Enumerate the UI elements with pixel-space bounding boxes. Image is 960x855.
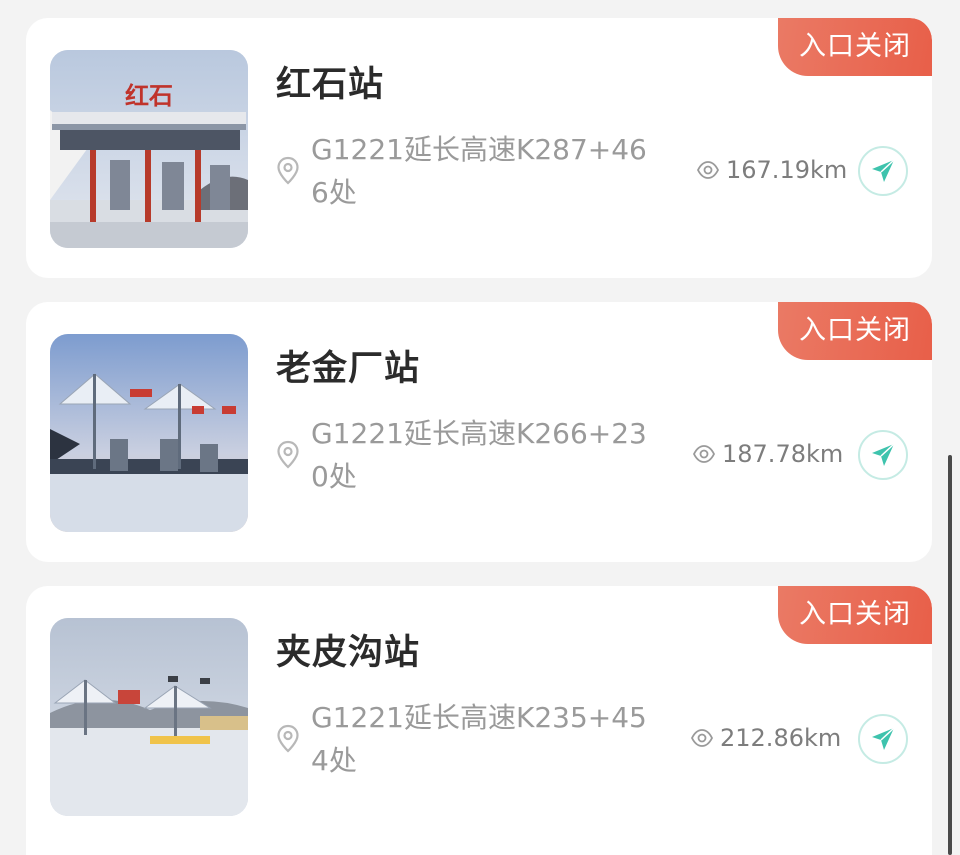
distance-value: 212.86km [720, 724, 842, 752]
distance-value: 167.19km [726, 156, 848, 184]
status-badge: 入口关闭 [778, 586, 932, 644]
navigate-arrow-icon [872, 159, 895, 182]
navigate-arrow-icon [872, 443, 895, 466]
navigate-button[interactable] [858, 146, 908, 196]
eye-distance-icon [696, 161, 720, 179]
station-card[interactable]: 红石 入口关闭 红石站 G1221延长高速K287+466处 167.19km [26, 18, 932, 278]
station-address: G1221延长高速K235+454处 [311, 701, 647, 777]
location-pin-icon [277, 156, 299, 185]
station-photo [50, 618, 248, 816]
navigate-button[interactable] [858, 714, 908, 764]
eye-distance-icon [692, 445, 716, 463]
scrollbar[interactable] [948, 455, 952, 855]
distance: 167.19km [696, 154, 847, 186]
station-photo: 红石 [50, 50, 248, 248]
location-pin-icon [277, 724, 299, 753]
distance-value: 187.78km [722, 440, 844, 468]
station-address: G1221延长高速K266+230处 [311, 417, 647, 493]
station-card[interactable]: 入口关闭 老金厂站 G1221延长高速K266+230处 187.78km [26, 302, 932, 562]
station-name: 红石站 [276, 65, 385, 105]
gate-sign-text: 红石 [125, 82, 173, 110]
eye-distance-icon [690, 729, 714, 747]
toll-gate-photo-laojinchang [50, 334, 248, 532]
distance: 187.78km [692, 438, 843, 470]
station-card[interactable]: 入口关闭 夹皮沟站 G1221延长高速K235+454处 212.86km [26, 586, 932, 855]
toll-gate-photo-hongshi: 红石 [50, 50, 248, 248]
location-pin-icon [277, 440, 299, 469]
station-photo [50, 334, 248, 532]
toll-gate-photo-jiapigou [50, 618, 248, 816]
status-badge: 入口关闭 [778, 302, 932, 360]
distance: 212.86km [690, 722, 841, 754]
status-badge: 入口关闭 [778, 18, 932, 76]
navigate-arrow-icon [872, 727, 895, 750]
navigate-button[interactable] [858, 430, 908, 480]
station-name: 夹皮沟站 [276, 633, 421, 673]
station-address: G1221延长高速K287+466处 [311, 133, 647, 209]
station-name: 老金厂站 [276, 349, 421, 389]
